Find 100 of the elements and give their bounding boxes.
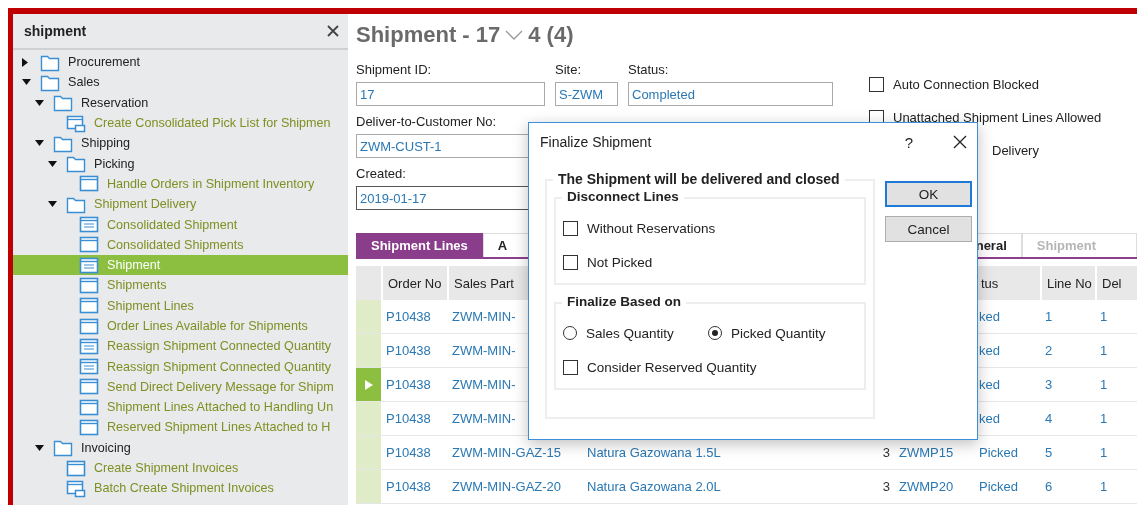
list-window-icon: [79, 336, 99, 356]
tree-item[interactable]: Reassign Shipment Connected Quantity: [13, 336, 348, 357]
checkbox[interactable]: [563, 220, 578, 236]
table-cell: 6: [1045, 479, 1053, 494]
window-icon: [79, 174, 99, 194]
window-icon: [79, 397, 99, 417]
folder-icon: [66, 154, 86, 174]
stacked-windows-icon: [66, 113, 86, 133]
table-cell: ZWM-MIN-: [452, 411, 516, 426]
text-field[interactable]: 17: [356, 82, 545, 106]
tree-item[interactable]: Shipment Delivery: [13, 194, 348, 215]
table-cell: ked: [979, 343, 1000, 358]
ok-button[interactable]: OK: [885, 181, 972, 207]
collapse-arrow-icon[interactable]: [35, 99, 44, 106]
close-icon[interactable]: [953, 135, 967, 149]
column-header[interactable]: Sales Part: [454, 275, 514, 291]
table-cell: ZWMP20: [899, 479, 954, 494]
field-label: Deliver-to-Customer No:: [356, 114, 498, 130]
table-cell: P10438: [386, 309, 431, 324]
checkbox-label: Auto Connection Blocked: [893, 77, 1039, 92]
column-header[interactable]: Del: [1102, 275, 1122, 291]
table-cell: ZWMP15: [899, 445, 954, 460]
tree-item[interactable]: Invoicing: [13, 437, 348, 458]
radio-label: Sales Quantity: [586, 325, 674, 341]
table-cell: 1: [1100, 343, 1108, 358]
checkbox-label: Without Reservations: [587, 220, 716, 236]
tree-item[interactable]: Handle Orders in Shipment Inventory: [13, 173, 348, 195]
tree-item[interactable]: Consolidated Shipments: [13, 234, 348, 255]
table-cell: ked: [979, 377, 1000, 392]
section-title: Disconnect Lines: [562, 189, 684, 204]
tree-item[interactable]: Send Direct Delivery Message for Shipm: [13, 376, 348, 398]
navigator-title: shipment: [24, 23, 87, 39]
collapse-arrow-icon[interactable]: [22, 79, 31, 86]
tree-item[interactable]: Reservation: [13, 92, 348, 113]
collapse-arrow-icon[interactable]: [48, 160, 57, 167]
close-icon[interactable]: [326, 24, 340, 38]
cancel-button[interactable]: Cancel: [885, 216, 972, 242]
tree-item[interactable]: Shipments: [13, 275, 348, 296]
checkbox[interactable]: [869, 77, 884, 92]
table-cell: P10438: [386, 343, 431, 358]
list-window-icon: [79, 255, 99, 275]
page-title: Shipment - 17: [356, 22, 501, 48]
tree-item[interactable]: Order Lines Available for Shipments: [13, 315, 348, 337]
tree-item[interactable]: Sales: [13, 72, 348, 93]
tree-item[interactable]: Create Shipment Invoices: [13, 457, 348, 479]
column-header[interactable]: Line No: [1047, 275, 1092, 291]
table-cell: ked: [979, 411, 1000, 426]
table-cell: 1: [1100, 479, 1108, 494]
window-icon: [79, 316, 99, 336]
checkbox-label: Delivery: [992, 143, 1039, 158]
tree-item[interactable]: Reassign Shipment Connected Quantity: [13, 356, 348, 377]
table-cell: ZWM-MIN-: [452, 377, 516, 392]
tree-item[interactable]: Procurement: [13, 52, 348, 73]
checkbox[interactable]: [563, 359, 578, 375]
field-label: Created:: [356, 166, 407, 182]
collapse-arrow-icon[interactable]: [35, 140, 44, 147]
checkbox-label: Consider Reserved Quantity: [587, 359, 757, 375]
collapse-arrow-icon[interactable]: [35, 444, 44, 451]
table-cell: 2: [1045, 343, 1053, 358]
table-cell: 5: [1045, 445, 1053, 460]
tree-item[interactable]: Shipping: [13, 133, 348, 154]
checkbox-label: Not Picked: [587, 254, 653, 270]
tab[interactable]: Shipment Lines: [356, 233, 483, 257]
table-cell: 3: [882, 445, 890, 460]
table-cell: P10438: [386, 479, 431, 494]
chevron-down-icon[interactable]: [505, 29, 524, 41]
table-cell: P10438: [386, 445, 431, 460]
checkbox-label: Unattached Shipment Lines Allowed: [893, 110, 1102, 125]
tree-item[interactable]: Picking: [13, 153, 348, 174]
table-cell: P10438: [386, 377, 431, 392]
table-cell: Picked: [979, 445, 1019, 460]
window-icon: [79, 377, 99, 397]
table-cell: ZWM-MIN-: [452, 309, 516, 324]
table-cell: P10438: [386, 411, 431, 426]
table-cell: 1: [1045, 309, 1053, 324]
expand-arrow-icon[interactable]: [22, 57, 28, 67]
help-button[interactable]: ?: [904, 133, 913, 151]
table-cell: 1: [1100, 377, 1108, 392]
folder-icon: [53, 93, 73, 113]
tree-item[interactable]: Consolidated Shipment: [13, 214, 348, 235]
window-icon: [79, 235, 99, 255]
tree-item[interactable]: Shipment Lines: [13, 295, 348, 316]
tree-item[interactable]: Batch Create Shipment Invoices: [13, 478, 348, 499]
row-pointer-icon: [365, 379, 373, 390]
table-cell: 1: [1100, 309, 1108, 324]
table-cell: 4: [1045, 411, 1053, 426]
table-cell: ked: [979, 309, 1000, 324]
collapse-arrow-icon[interactable]: [48, 201, 57, 208]
column-header[interactable]: Order No: [388, 275, 442, 291]
table-cell: Natura Gazowana 2.0L: [587, 479, 721, 494]
table-cell: 3: [882, 479, 890, 494]
tree-item[interactable]: Shipment Lines Attached to Handling Un: [13, 397, 348, 418]
radio-label: Picked Quantity: [731, 325, 826, 341]
column-header[interactable]: tus: [981, 275, 999, 291]
text-field[interactable]: Completed: [628, 82, 833, 106]
field-label: Site:: [555, 62, 582, 78]
tree-item[interactable]: Create Consolidated Pick List for Shipmen: [13, 112, 348, 134]
tree-item[interactable]: Reserved Shipment Lines Attached to H: [13, 417, 348, 438]
text-field[interactable]: S-ZWM: [555, 82, 618, 106]
checkbox[interactable]: [563, 254, 578, 270]
